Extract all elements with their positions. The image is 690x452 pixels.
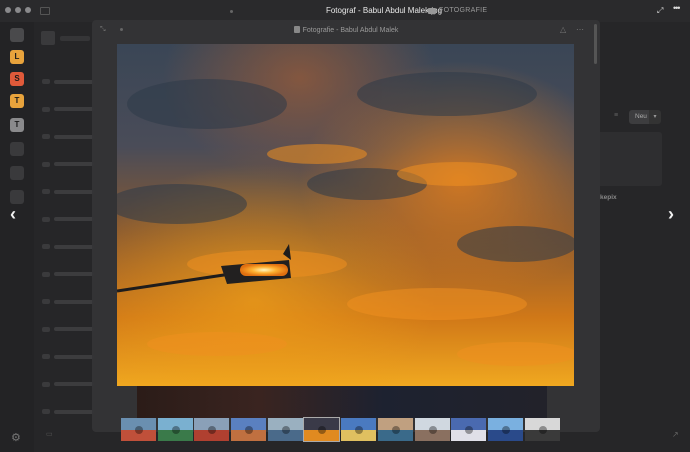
thumbnail[interactable]: [451, 418, 487, 441]
thumbnail[interactable]: [194, 418, 230, 441]
viewer-scrollbar[interactable]: [594, 24, 597, 64]
left-dock: ⚙ LSTT: [0, 22, 34, 452]
viewer-title-wrap: Fotografie - Babul Abdul Malek: [92, 26, 600, 34]
thumbnail[interactable]: [377, 418, 413, 441]
viewer-more-icon[interactable]: ⋯: [576, 25, 584, 34]
dock-item[interactable]: T: [10, 94, 24, 108]
dock-item[interactable]: S: [10, 72, 24, 86]
dock-item[interactable]: [10, 142, 24, 156]
folder-label: FOTOGRAFIE: [439, 7, 488, 14]
folder-icon: [428, 7, 436, 14]
warning-icon[interactable]: △: [560, 25, 566, 34]
bottom-right-icon[interactable]: ↗: [672, 430, 679, 439]
expand-icon[interactable]: ⤢: [657, 6, 663, 16]
folder-breadcrumb[interactable]: FOTOGRAFIE: [428, 7, 487, 14]
app-logo: [41, 31, 55, 45]
sort-chevron-icon[interactable]: ▾: [649, 110, 661, 124]
dock-item[interactable]: L: [10, 50, 24, 64]
thumbnail[interactable]: [414, 418, 450, 441]
titlebar-title-wrap: Fotograf - Babul Abdul Malek.jpg: [0, 6, 690, 15]
background-card-label: kepix: [600, 194, 617, 201]
dock-item[interactable]: [10, 166, 24, 180]
more-icon[interactable]: •••: [673, 3, 681, 13]
main-photo: [117, 44, 574, 386]
background-card: [594, 132, 662, 186]
document-icon: [293, 26, 300, 33]
dock-item[interactable]: [10, 190, 24, 204]
dock-item[interactable]: T: [10, 118, 24, 132]
dock-item[interactable]: [10, 28, 24, 42]
filter-icon: ≡: [614, 112, 619, 119]
chevron-left-icon[interactable]: ‹: [10, 204, 16, 225]
thumbnail[interactable]: [231, 418, 267, 441]
app-name-placeholder: [60, 36, 90, 41]
thumbnail[interactable]: [157, 418, 193, 441]
window-title: Fotograf - Babul Abdul Malek.jpg: [325, 6, 443, 15]
thumbnail[interactable]: [121, 418, 156, 441]
thumbnail[interactable]: [524, 418, 560, 441]
chevron-right-icon[interactable]: ›: [668, 204, 674, 225]
thumbnail[interactable]: [487, 418, 523, 441]
window-titlebar: Fotograf - Babul Abdul Malek.jpg FOTOGRA…: [0, 0, 690, 22]
thumbnail[interactable]: [267, 418, 303, 441]
thumbnail[interactable]: [303, 417, 341, 442]
thumbnail-filmstrip: [121, 417, 560, 442]
photo-backdrop: [137, 386, 547, 418]
bottom-left-icon[interactable]: ▭: [46, 430, 53, 438]
settings-gear-icon[interactable]: ⚙: [11, 431, 21, 444]
viewer-title: Fotografie - Babul Abdul Malek: [302, 27, 399, 34]
thumbnail[interactable]: [341, 418, 377, 441]
